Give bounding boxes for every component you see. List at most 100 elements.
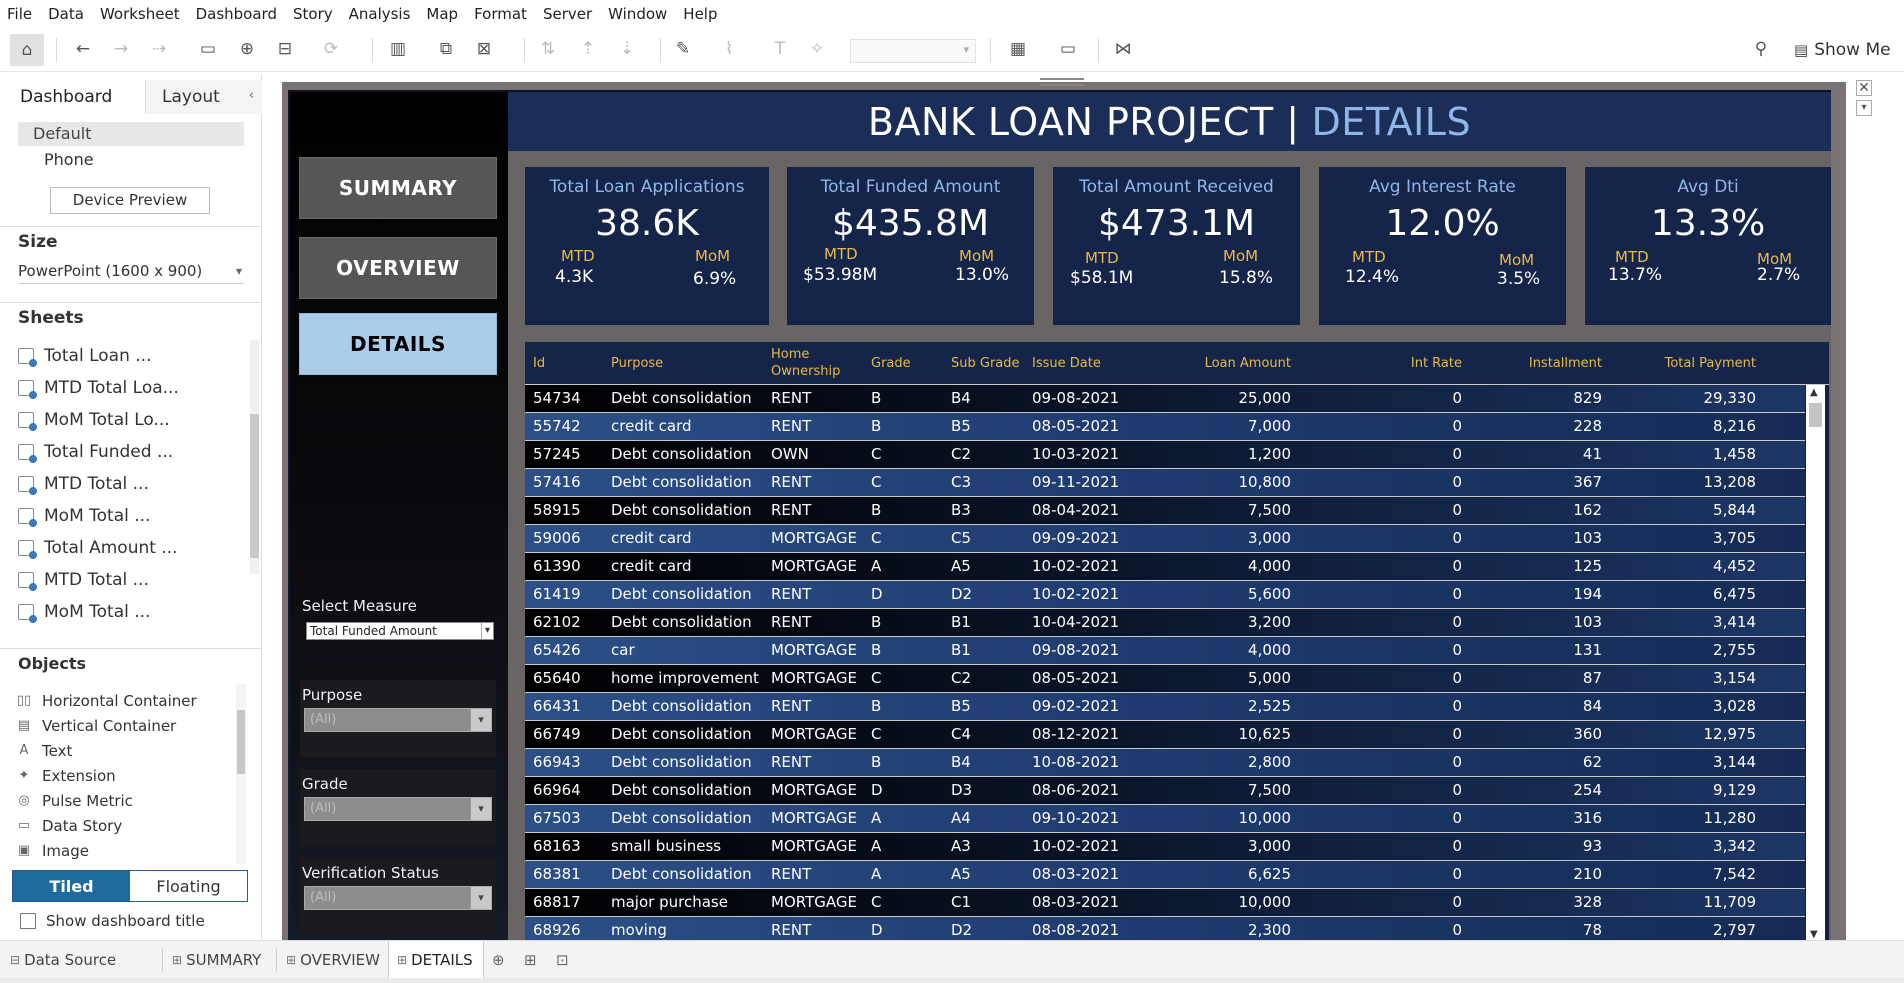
menu-help[interactable]: Help (683, 5, 717, 23)
more-options-icon[interactable]: ▾ (1856, 100, 1872, 116)
tab-summary[interactable]: ⊞ SUMMARY (164, 941, 268, 979)
scrollbar-thumb[interactable] (250, 414, 259, 558)
sheet-item[interactable]: Total Loan ... (18, 340, 243, 372)
nav-summary-button[interactable]: SUMMARY (299, 157, 497, 219)
table-row[interactable]: 55742 credit card RENT B B5 08-05-2021 7,000 0 2… (525, 413, 1805, 441)
menu-map[interactable]: Map (426, 5, 458, 23)
redo-icon[interactable]: → (108, 36, 134, 62)
table-scrollbar[interactable]: ▲ ▼ (1806, 385, 1825, 940)
show-dashboard-title[interactable]: Show dashboard title (20, 912, 205, 930)
tab-data-source[interactable]: ⊟ Data Source (0, 941, 160, 979)
swap-icon[interactable]: ⇅ (535, 36, 561, 62)
clear-sheet-icon[interactable]: ⊠ (471, 36, 497, 62)
objects-scrollbar[interactable] (236, 684, 246, 864)
table-row[interactable]: 65640 home improvement MORTGAGE C C2 08-05-20… (525, 665, 1805, 693)
select-measure-dropdown[interactable]: Total Funded Amount (306, 622, 494, 640)
column-header[interactable]: Loan Amount (1145, 355, 1291, 372)
object-item[interactable]: ✦ Extension (16, 763, 246, 788)
menu-format[interactable]: Format (474, 5, 527, 23)
purpose-filter-select[interactable]: (All) (304, 708, 492, 732)
presentation-mode-icon[interactable]: ▭ (1055, 36, 1081, 62)
new-story-icon[interactable]: ⊡ (556, 951, 569, 969)
table-row[interactable]: 61419 Debt consolidation RENT D D2 10-02-2021… (525, 581, 1805, 609)
sheet-item[interactable]: MTD Total ... (18, 564, 243, 596)
fit-select[interactable] (850, 39, 976, 63)
device-phone[interactable]: Phone (44, 150, 94, 169)
table-row[interactable]: 59006 credit card MORTGAGE C C5 09-09-2021 3,0… (525, 525, 1805, 553)
tiled-button[interactable]: Tiled (13, 871, 130, 901)
scrollbar-thumb[interactable] (237, 710, 245, 774)
scroll-down-icon[interactable]: ▼ (1810, 929, 1818, 940)
cards-icon[interactable]: ▦ (1005, 36, 1031, 62)
device-default[interactable]: Default (18, 122, 244, 146)
sheet-item[interactable]: MoM Total ... (18, 596, 243, 628)
undo-icon[interactable]: ← (70, 36, 96, 62)
sheet-item[interactable]: MoM Total ... (18, 500, 243, 532)
menu-story[interactable]: Story (293, 5, 333, 23)
tab-layout[interactable]: Layout (146, 80, 262, 114)
tab-details[interactable]: ⊞ DETAILS (388, 941, 484, 979)
table-row[interactable]: 68817 major purchase MORTGAGE C C1 08-03-2021… (525, 889, 1805, 917)
table-row[interactable]: 66964 Debt consolidation MORTGAGE D D3 08-06-… (525, 777, 1805, 805)
new-dashboard-icon[interactable]: ⊞ (524, 951, 537, 969)
table-row[interactable]: 58915 Debt consolidation RENT B B3 08-04-2021… (525, 497, 1805, 525)
nav-details-button[interactable]: DETAILS (299, 313, 497, 375)
verification-status-filter-select[interactable]: (All) (304, 886, 492, 910)
collapse-panel-icon[interactable]: ‹ (249, 88, 254, 103)
table-row[interactable]: 68926 moving RENT D D2 08-08-2021 2,300 0 78 2,79… (525, 917, 1805, 940)
duplicate-sheet-icon[interactable]: ⧉ (433, 36, 459, 62)
menu-analysis[interactable]: Analysis (349, 5, 411, 23)
show-title-checkbox[interactable] (20, 913, 36, 929)
table-row[interactable]: 54734 Debt consolidation RENT B B4 09-08-2021… (525, 385, 1805, 413)
home-icon[interactable]: ⌂ (10, 34, 44, 66)
object-item[interactable]: ▯▯ Horizontal Container (16, 688, 246, 713)
table-row[interactable]: 66749 Debt consolidation MORTGAGE C C4 08-12-… (525, 721, 1805, 749)
column-header[interactable]: Id (533, 355, 593, 372)
object-item[interactable]: ▣ Image (16, 838, 246, 863)
table-row[interactable]: 62102 Debt consolidation RENT B B1 10-04-2021… (525, 609, 1805, 637)
floating-button[interactable]: Floating (130, 871, 247, 901)
device-preview-button[interactable]: Device Preview (50, 187, 210, 214)
sheet-item[interactable]: MoM Total Lo... (18, 404, 243, 436)
object-item[interactable]: A Text (16, 738, 246, 763)
column-header[interactable]: Purpose (611, 355, 761, 372)
labels-icon[interactable]: T (767, 36, 793, 62)
object-item[interactable]: ▤ Vertical Container (16, 713, 246, 738)
menu-window[interactable]: Window (608, 5, 667, 23)
format-painter-icon[interactable]: ⚲ (1748, 36, 1774, 62)
new-worksheet-icon[interactable]: ▥ (385, 36, 411, 62)
size-select[interactable]: PowerPoint (1600 x 900) (18, 258, 244, 284)
drag-handle[interactable] (1040, 78, 1084, 86)
show-me-button[interactable]: ▤ Show Me (1794, 40, 1891, 60)
column-header[interactable]: Sub Grade (951, 355, 1021, 372)
table-row[interactable]: 65426 car MORTGAGE B B1 09-08-2021 4,000 0 131 2,… (525, 637, 1805, 665)
close-icon[interactable]: ✕ (1856, 80, 1872, 96)
group-icon[interactable]: ⌇ (716, 36, 742, 62)
column-header[interactable]: Issue Date (1032, 355, 1152, 372)
table-row[interactable]: 61390 credit card MORTGAGE A A5 10-02-2021 4,0… (525, 553, 1805, 581)
tab-overview[interactable]: ⊞ OVERVIEW (278, 941, 384, 979)
save-icon[interactable]: ▭ (195, 36, 221, 62)
scroll-up-icon[interactable]: ▲ (1810, 387, 1818, 398)
sheets-scrollbar[interactable] (250, 340, 259, 574)
replay-icon[interactable]: ⇢ (146, 36, 172, 62)
sort-descending-icon[interactable]: ⇣ (614, 36, 640, 62)
share-icon[interactable]: ⋈ (1110, 36, 1136, 62)
column-header[interactable]: Home Ownership (771, 346, 851, 380)
menu-data[interactable]: Data (48, 5, 84, 23)
new-worksheet-icon[interactable]: ⊕ (492, 951, 505, 969)
table-row[interactable]: 57416 Debt consolidation RENT C C3 09-11-2021… (525, 469, 1805, 497)
highlight-icon[interactable]: ✎ (670, 36, 696, 62)
sort-ascending-icon[interactable]: ⇡ (575, 36, 601, 62)
table-row[interactable]: 66431 Debt consolidation RENT B B5 09-02-2021… (525, 693, 1805, 721)
menu-server[interactable]: Server (543, 5, 592, 23)
sheet-item[interactable]: Total Amount ... (18, 532, 243, 564)
nav-overview-button[interactable]: OVERVIEW (299, 237, 497, 299)
table-row[interactable]: 68163 small business MORTGAGE A A3 10-02-2021… (525, 833, 1805, 861)
menu-file[interactable]: File (7, 5, 32, 23)
new-data-source-icon[interactable]: ⊕ (234, 36, 260, 62)
scrollbar-thumb[interactable] (1809, 403, 1822, 427)
object-item[interactable]: ▭ Data Story (16, 813, 246, 838)
table-row[interactable]: 57245 Debt consolidation OWN C C2 10-03-2021 1… (525, 441, 1805, 469)
column-header[interactable]: Int Rate (1325, 355, 1462, 372)
